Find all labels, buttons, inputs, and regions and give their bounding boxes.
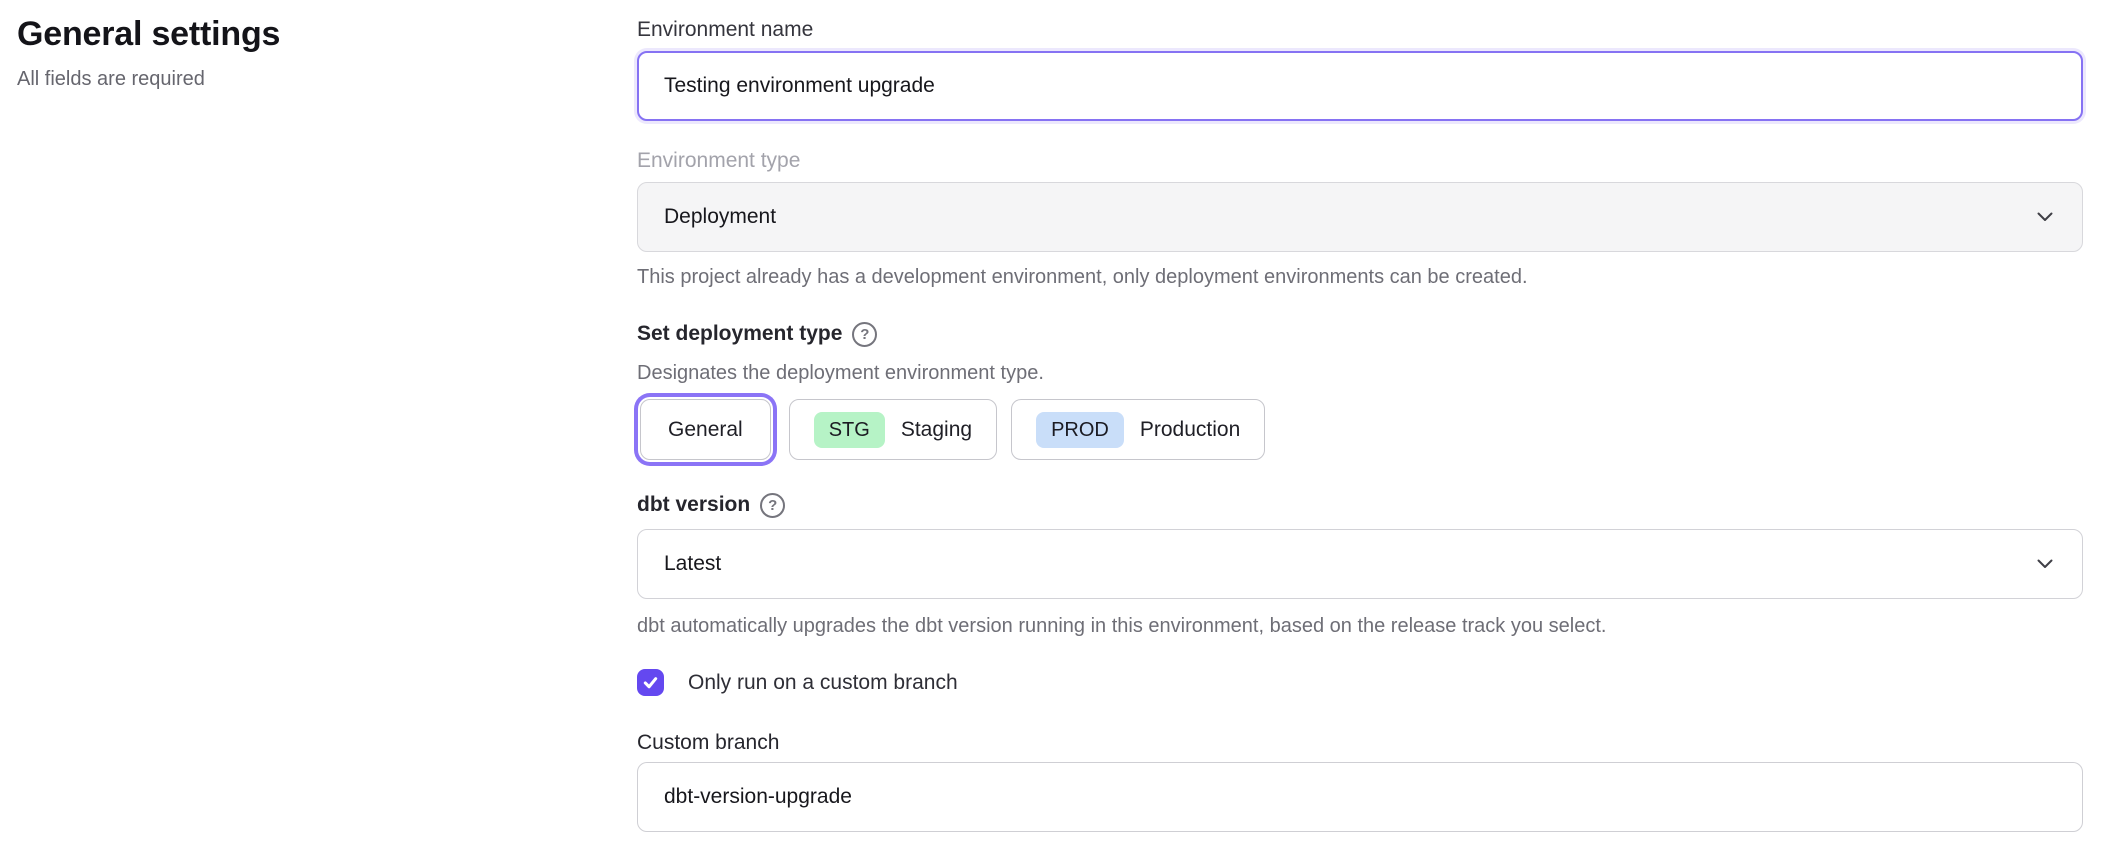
dbt-version-select[interactable]: Latest xyxy=(637,529,2083,599)
checked-checkbox-icon[interactable] xyxy=(637,669,664,696)
help-icon[interactable]: ? xyxy=(760,493,785,518)
environment-name-group: Environment name xyxy=(637,17,2083,121)
environment-name-label: Environment name xyxy=(637,17,2083,43)
checkmark-icon xyxy=(642,674,659,691)
custom-branch-checkbox-label: Only run on a custom branch xyxy=(688,670,958,696)
dbt-version-helper: dbt automatically upgrades the dbt versi… xyxy=(637,614,2083,639)
staging-button-label: Staging xyxy=(901,418,972,442)
chevron-down-icon xyxy=(2037,559,2053,569)
chevron-down-icon xyxy=(2037,212,2053,222)
production-badge: PROD xyxy=(1036,412,1124,448)
deployment-type-label-row: Set deployment type ? xyxy=(637,321,2083,347)
environment-settings-page: General settings All fields are required… xyxy=(0,0,2116,864)
custom-branch-input[interactable] xyxy=(637,762,2083,832)
section-header: General settings All fields are required xyxy=(17,14,577,91)
help-icon[interactable]: ? xyxy=(852,322,877,347)
deployment-type-options: General STG Staging PROD Production xyxy=(637,399,2083,460)
deployment-type-production-button[interactable]: PROD Production xyxy=(1011,399,1265,460)
page-subtitle: All fields are required xyxy=(17,67,577,91)
staging-badge: STG xyxy=(814,412,885,448)
dbt-version-label-row: dbt version ? xyxy=(637,492,2083,518)
environment-type-label: Environment type xyxy=(637,148,2083,174)
deployment-type-helper: Designates the deployment environment ty… xyxy=(637,361,2083,386)
environment-name-input[interactable] xyxy=(637,51,2083,121)
environment-type-group: Environment type Deployment This project… xyxy=(637,148,2083,290)
page-title: General settings xyxy=(17,14,577,54)
custom-branch-label: Custom branch xyxy=(637,730,2083,756)
dbt-version-label: dbt version xyxy=(637,492,750,518)
environment-type-select[interactable]: Deployment xyxy=(637,182,2083,252)
deployment-type-general-button[interactable]: General xyxy=(640,399,771,460)
custom-branch-checkbox-row[interactable]: Only run on a custom branch xyxy=(637,669,958,696)
custom-branch-group: Custom branch xyxy=(637,730,2083,832)
deployment-type-label: Set deployment type xyxy=(637,321,842,347)
production-button-label: Production xyxy=(1140,418,1240,442)
deployment-type-staging-button[interactable]: STG Staging xyxy=(789,399,997,460)
deployment-type-group: Set deployment type ? Designates the dep… xyxy=(637,321,2083,460)
settings-form: Environment name Environment type Deploy… xyxy=(637,17,2083,832)
dbt-version-value: Latest xyxy=(664,552,721,576)
dbt-version-group: dbt version ? Latest dbt automatically u… xyxy=(637,492,2083,639)
environment-type-helper: This project already has a development e… xyxy=(637,265,2083,290)
environment-type-value: Deployment xyxy=(664,205,776,229)
general-button-label: General xyxy=(668,418,743,442)
